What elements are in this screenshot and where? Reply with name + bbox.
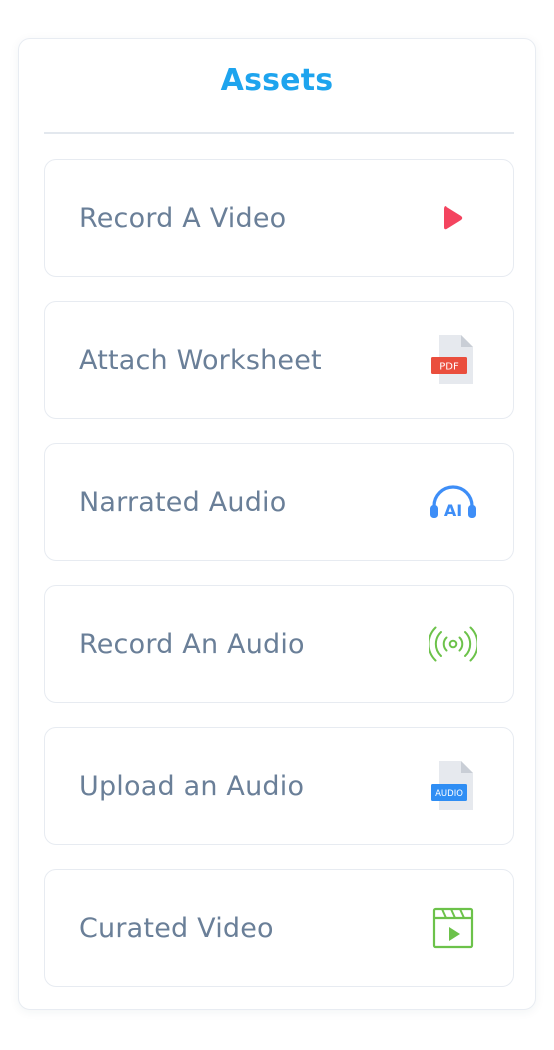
asset-item-label: Record An Audio [79, 628, 305, 660]
asset-item-label: Curated Video [79, 912, 274, 944]
svg-text:PDF: PDF [439, 362, 459, 373]
asset-item-upload-audio[interactable]: Upload an Audio AUDIO [44, 727, 514, 845]
asset-item-label: Attach Worksheet [79, 344, 322, 376]
asset-item-attach-worksheet[interactable]: Attach Worksheet PDF [44, 301, 514, 419]
video-clapper-icon [427, 900, 479, 956]
asset-item-label: Narrated Audio [79, 486, 287, 518]
divider [44, 132, 514, 134]
play-icon [427, 190, 479, 246]
asset-item-curated-video[interactable]: Curated Video [44, 869, 514, 987]
assets-panel: Assets Record A Video Attach Worksheet P… [18, 38, 536, 1010]
svg-text:AUDIO: AUDIO [435, 789, 463, 799]
asset-item-label: Record A Video [79, 202, 287, 234]
asset-item-narrated-audio[interactable]: Narrated Audio AI [44, 443, 514, 561]
pdf-file-icon: PDF [427, 332, 479, 388]
asset-item-label: Upload an Audio [79, 770, 305, 802]
asset-list: Record A Video Attach Worksheet PDF Narr… [44, 159, 514, 1011]
asset-item-record-audio[interactable]: Record An Audio [44, 585, 514, 703]
ai-headphones-icon: AI [427, 474, 479, 530]
audio-file-icon: AUDIO [427, 758, 479, 814]
asset-item-record-video[interactable]: Record A Video [44, 159, 514, 277]
panel-title: Assets [220, 63, 334, 98]
broadcast-icon [427, 616, 479, 672]
svg-text:AI: AI [444, 501, 462, 520]
